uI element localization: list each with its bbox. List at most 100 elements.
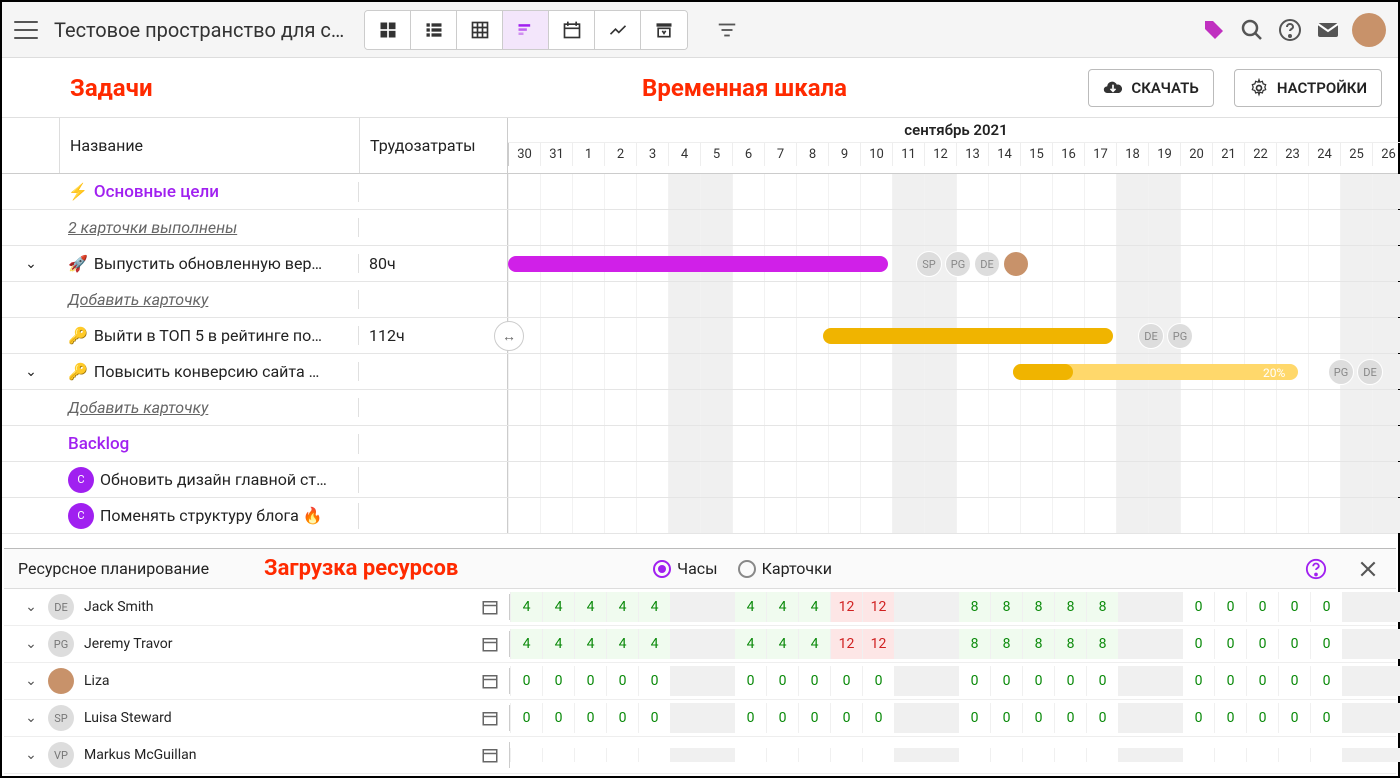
menu-icon[interactable]	[14, 21, 38, 39]
calendar-icon[interactable]	[481, 746, 499, 764]
assignee-badge[interactable]: DE	[974, 251, 1000, 277]
card-chip: C	[68, 503, 94, 529]
resource-cell: 8	[1022, 592, 1054, 622]
resource-row[interactable]: ⌄ PG Jeremy Travor 444444441212888880000…	[4, 626, 1396, 663]
drag-handle-icon[interactable]: ↔	[494, 321, 524, 351]
resource-cell	[1342, 666, 1374, 696]
assignee-badge[interactable]: SP	[916, 251, 942, 277]
tag-icon[interactable]	[1200, 16, 1228, 44]
calendar-month: сентябрь 2021	[508, 118, 1400, 143]
settings-label: НАСТРОЙКИ	[1277, 79, 1367, 97]
resource-cell: 0	[1246, 592, 1278, 622]
resource-cell: 0	[766, 703, 798, 733]
chevron-down-icon[interactable]: ⌄	[2, 256, 60, 272]
user-avatar[interactable]	[1352, 13, 1386, 47]
calendar-day: 7	[764, 143, 796, 166]
resource-cell: 12	[862, 592, 894, 622]
radio-cards[interactable]: Карточки	[738, 559, 832, 578]
column-effort[interactable]: Трудозатраты	[360, 118, 508, 173]
resource-cell	[894, 629, 926, 659]
resource-cell	[798, 748, 830, 762]
calendar-day: 22	[1244, 143, 1276, 166]
add-card-link[interactable]: Добавить карточку	[68, 290, 208, 309]
assignee-badges[interactable]: DE PG	[1138, 323, 1193, 349]
view-grid-icon[interactable]	[457, 11, 503, 49]
resource-cell	[702, 666, 734, 696]
add-card-row[interactable]: Добавить карточку	[2, 390, 1398, 426]
assignee-badge[interactable]	[1003, 251, 1029, 277]
gantt-bar[interactable]	[508, 256, 888, 272]
radio-hours[interactable]: Часы	[653, 559, 717, 578]
resource-cell: 4	[638, 592, 670, 622]
task-row[interactable]: CПоменять структуру блога 🔥	[2, 498, 1398, 534]
resource-cell: 0	[1246, 666, 1278, 696]
resource-cell: 4	[542, 592, 574, 622]
task-row[interactable]: ⌄🚀Выпустить обновленную вер…80ч SP PG DE	[2, 246, 1398, 282]
completed-row[interactable]: 2 карточки выполнены	[2, 210, 1398, 246]
calendar-days: 3031123456789101112131415161718192021222…	[508, 143, 1400, 166]
calendar-icon[interactable]	[481, 709, 499, 727]
chevron-down-icon[interactable]: ⌄	[24, 747, 38, 763]
chevron-down-icon[interactable]: ⌄	[2, 364, 60, 380]
top-app-bar: Тестовое пространство для с…	[2, 2, 1398, 58]
grid-header: Название Трудозатраты сентябрь 2021 3031…	[2, 118, 1398, 174]
task-row[interactable]: 🔑Выйти в ТОП 5 в рейтинге по…112ч DE PG …	[2, 318, 1398, 354]
chevron-down-icon[interactable]: ⌄	[24, 599, 38, 615]
view-list-icon[interactable]	[411, 11, 457, 49]
resource-cell: 4	[510, 592, 542, 622]
task-group-row[interactable]: Backlog	[2, 426, 1398, 462]
calendar-icon[interactable]	[481, 635, 499, 653]
progress-percent: 20%	[1263, 366, 1392, 380]
resource-row[interactable]: ⌄ SP Luisa Steward 00000000000000000000	[4, 700, 1396, 737]
view-chart-icon[interactable]	[595, 11, 641, 49]
search-icon[interactable]	[1238, 16, 1266, 44]
resource-cell	[894, 666, 926, 696]
assignee-badge[interactable]: PG	[1167, 323, 1193, 349]
chevron-down-icon[interactable]: ⌄	[24, 710, 38, 726]
chevron-down-icon[interactable]: ⌄	[24, 636, 38, 652]
resource-cell	[1022, 748, 1054, 762]
add-card-link[interactable]: Добавить карточку	[68, 398, 208, 417]
resource-cell: 0	[830, 666, 862, 696]
calendar-icon[interactable]	[481, 672, 499, 690]
view-calendar-icon[interactable]	[549, 11, 595, 49]
add-card-row[interactable]: Добавить карточку	[2, 282, 1398, 318]
view-board-icon[interactable]	[365, 11, 411, 49]
column-name[interactable]: Название	[60, 118, 360, 173]
view-gantt-icon[interactable]	[503, 11, 549, 49]
task-row[interactable]: ⌄🔑Повысить конверсию сайта … 20% PG DE	[2, 354, 1398, 390]
resource-row[interactable]: ⌄ DE Jack Smith 4444444412128888800000	[4, 589, 1396, 626]
calendar-icon[interactable]	[481, 598, 499, 616]
resource-badge: PG	[48, 631, 74, 657]
resource-cell: 0	[1214, 629, 1246, 659]
download-label: СКАЧАТЬ	[1131, 79, 1198, 97]
resource-cell: 0	[606, 703, 638, 733]
resource-cell: 0	[734, 666, 766, 696]
view-archive-icon[interactable]	[641, 11, 687, 49]
task-group-row[interactable]: ⚡Основные цели	[2, 174, 1398, 210]
settings-button[interactable]: НАСТРОЙКИ	[1234, 69, 1382, 107]
resource-cell: 8	[990, 592, 1022, 622]
assignee-badge[interactable]: PG	[945, 251, 971, 277]
download-button[interactable]: СКАЧАТЬ	[1088, 69, 1213, 107]
resource-cell: 0	[638, 703, 670, 733]
assignee-badge[interactable]: DE	[1138, 323, 1164, 349]
resource-row[interactable]: ⌄ VP Markus McGuillan	[4, 737, 1396, 774]
filter-icon[interactable]	[708, 11, 746, 49]
resource-row[interactable]: ⌄ Liza 00000000000000000000	[4, 663, 1396, 700]
assignee-badges[interactable]: SP PG DE	[916, 251, 1029, 277]
calendar-day: 8	[796, 143, 828, 166]
resource-cell	[1118, 666, 1150, 696]
close-icon[interactable]	[1354, 555, 1382, 583]
gantt-bar[interactable]	[823, 328, 1113, 344]
radio-label: Часы	[677, 559, 717, 578]
group-title: Backlog	[68, 434, 129, 454]
workspace-title[interactable]: Тестовое пространство для с…	[54, 18, 344, 42]
help-icon[interactable]	[1302, 555, 1330, 583]
chevron-down-icon[interactable]: ⌄	[24, 673, 38, 689]
gantt-bar-progress[interactable]	[1013, 364, 1073, 380]
task-row[interactable]: CОбновить дизайн главной ст…	[2, 462, 1398, 498]
mail-icon[interactable]	[1314, 16, 1342, 44]
resource-cell	[1374, 666, 1400, 696]
help-icon[interactable]	[1276, 16, 1304, 44]
